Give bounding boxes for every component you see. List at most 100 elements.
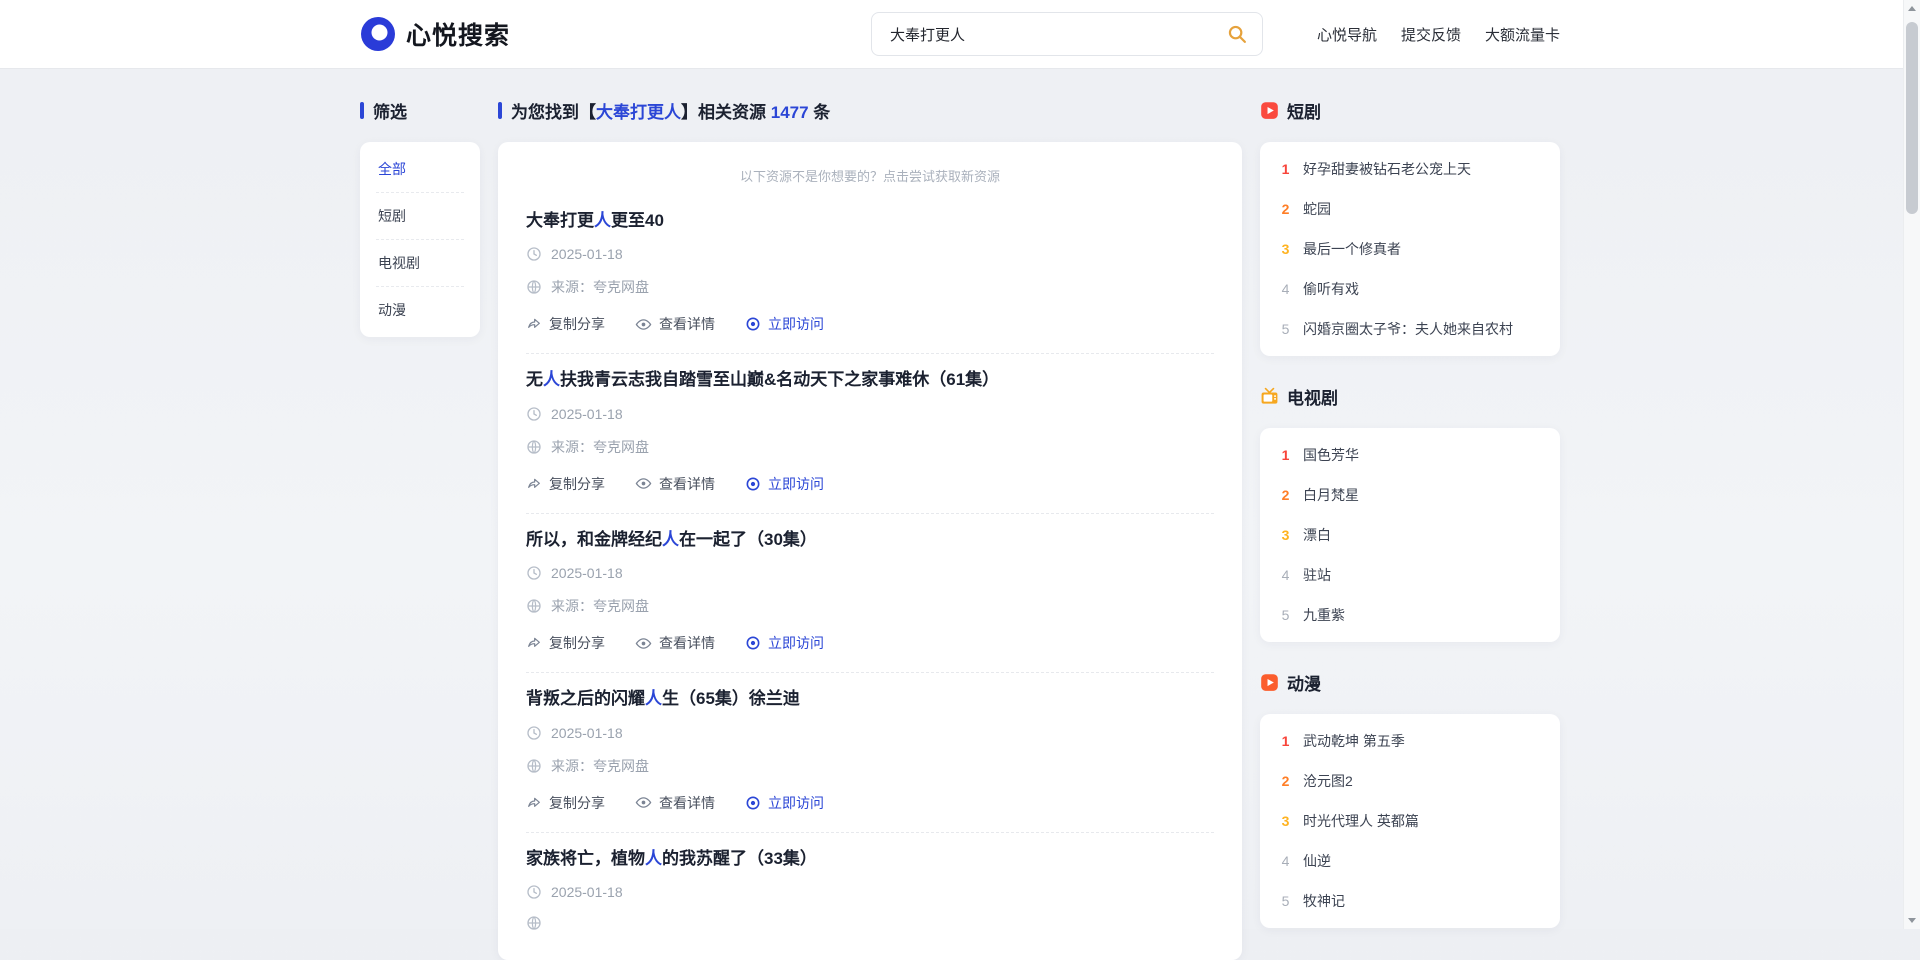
rank-item[interactable]: 4仙逆 (1278, 841, 1542, 881)
visit-now-button[interactable]: 立即访问 (745, 314, 824, 334)
filter-card: 全部 短剧 电视剧 动漫 (360, 142, 480, 337)
rank-card-tvseries: 1国色芳华 2白月梵星 3漂白 4驻站 5九重紫 (1260, 428, 1560, 642)
visit-icon (745, 635, 761, 651)
nav-link-data-plan[interactable]: 大额流量卡 (1485, 24, 1560, 45)
result-title[interactable]: 所以，和金牌经纪人在一起了（30集） (526, 530, 1214, 550)
scrollbar-thumb[interactable] (1906, 22, 1918, 214)
scroll-down-arrow-icon[interactable] (1904, 912, 1920, 929)
rank-label: 牧神记 (1303, 891, 1345, 911)
result-actions: 复制分享 查看详情 立即访问 (526, 474, 1214, 494)
result-title[interactable]: 大奉打更人更至40 (526, 211, 1214, 231)
view-detail-button[interactable]: 查看详情 (635, 633, 715, 653)
result-title[interactable]: 背叛之后的闪耀人生（65集）徐兰迪 (526, 689, 1214, 709)
rank-label: 驻站 (1303, 565, 1331, 585)
rank-section-anime: 动漫 1武动乾坤 第五季 2沧元图2 3时光代理人 英都篇 4仙逆 5牧神记 (1260, 670, 1560, 928)
result-date: 2025-01-18 (551, 725, 623, 741)
copy-share-button[interactable]: 复制分享 (526, 633, 605, 653)
refresh-notice[interactable]: 以下资源不是你想要的？点击尝试获取新资源 (526, 166, 1214, 185)
visit-now-button[interactable]: 立即访问 (745, 793, 824, 813)
rank-title: 电视剧 (1287, 384, 1338, 409)
visit-now-button[interactable]: 立即访问 (745, 474, 824, 494)
globe-icon (526, 279, 542, 295)
search-box (871, 12, 1263, 56)
rank-number: 5 (1278, 321, 1293, 337)
search-button[interactable] (1220, 19, 1254, 49)
rank-card-shortdrama: 1好孕甜妻被钻石老公宠上天 2蛇园 3最后一个修真者 4偷听有戏 5闪婚京圈太子… (1260, 142, 1560, 356)
top-header: 心悦搜索 心悦导航 提交反馈 大额流量卡 (0, 0, 1920, 68)
result-source: 来源：夸克网盘 (551, 437, 649, 457)
rank-item[interactable]: 1 武动乾坤 第五季 (1278, 721, 1542, 761)
play-orange-icon (1260, 673, 1279, 692)
result-source: 来源：夸克网盘 (551, 596, 649, 616)
result-actions: 复制分享 查看详情 立即访问 (526, 633, 1214, 653)
copy-share-button[interactable]: 复制分享 (526, 314, 605, 334)
result-source-row: 来源：夸克网盘 (526, 596, 1214, 616)
result-item: 大奉打更人更至40 2025-01-18 来源：夸克网盘 复制分享 (526, 195, 1214, 354)
results-summary: 为您找到【大奉打更人】相关资源 1477 条 (498, 98, 1242, 122)
rank-label: 沧元图2 (1303, 771, 1353, 791)
filter-title: 筛选 (373, 98, 407, 123)
visit-now-button[interactable]: 立即访问 (745, 633, 824, 653)
search-input[interactable] (888, 25, 1220, 44)
view-detail-button[interactable]: 查看详情 (635, 314, 715, 334)
filter-item-tvseries[interactable]: 电视剧 (376, 240, 464, 287)
clock-icon (526, 246, 542, 262)
brand[interactable]: 心悦搜索 (360, 16, 510, 52)
filter-item-all[interactable]: 全部 (376, 146, 464, 193)
share-icon (526, 476, 542, 492)
rank-item[interactable]: 2蛇园 (1278, 189, 1542, 229)
summary-keyword: 大奉打更人 (596, 103, 681, 122)
filter-item-anime[interactable]: 动漫 (376, 287, 464, 333)
rank-item[interactable]: 3时光代理人 英都篇 (1278, 801, 1542, 841)
page-scrollbar[interactable] (1903, 0, 1920, 929)
scroll-up-arrow-icon[interactable] (1904, 0, 1920, 17)
result-source-row: 来源：夸克网盘 (526, 277, 1214, 297)
rank-number: 1 (1278, 161, 1293, 177)
visit-icon (745, 795, 761, 811)
rank-number: 2 (1278, 201, 1293, 217)
rank-title: 短剧 (1287, 98, 1321, 123)
rank-item[interactable]: 5九重紫 (1278, 595, 1542, 635)
copy-share-button[interactable]: 复制分享 (526, 793, 605, 813)
rank-item[interactable]: 5闪婚京圈太子爷：夫人她来自农村 (1278, 309, 1542, 349)
filter-item-shortdrama[interactable]: 短剧 (376, 193, 464, 240)
rank-item[interactable]: 2 沧元图2 (1278, 761, 1542, 801)
view-detail-button[interactable]: 查看详情 (635, 793, 715, 813)
rank-label: 武动乾坤 第五季 (1303, 731, 1405, 751)
clock-icon (526, 725, 542, 741)
rank-number: 5 (1278, 607, 1293, 623)
rank-item[interactable]: 1国色芳华 (1278, 435, 1542, 475)
rank-item[interactable]: 4驻站 (1278, 555, 1542, 595)
result-date-row: 2025-01-18 (526, 725, 1214, 741)
result-date-row: 2025-01-18 (526, 246, 1214, 262)
result-date-row: 2025-01-18 (526, 884, 1214, 900)
view-detail-button[interactable]: 查看详情 (635, 474, 715, 494)
nav-link-feedback[interactable]: 提交反馈 (1401, 24, 1461, 45)
rankings-sidebar: 短剧 1好孕甜妻被钻石老公宠上天 2蛇园 3最后一个修真者 4偷听有戏 5闪婚京… (1260, 98, 1560, 928)
accent-bar (498, 102, 502, 119)
rank-label: 漂白 (1303, 525, 1331, 545)
rank-number: 1 (1278, 733, 1293, 749)
copy-share-button[interactable]: 复制分享 (526, 474, 605, 494)
rank-label: 国色芳华 (1303, 445, 1359, 465)
rank-item[interactable]: 5牧神记 (1278, 881, 1542, 921)
result-title[interactable]: 家族将亡，植物人的我苏醒了（33集） (526, 849, 1214, 869)
brand-logo-icon (360, 16, 396, 52)
nav-link-navigation[interactable]: 心悦导航 (1317, 24, 1377, 45)
result-actions: 复制分享 查看详情 立即访问 (526, 314, 1214, 334)
rank-item[interactable]: 2白月梵星 (1278, 475, 1542, 515)
summary-text: 为您找到【大奉打更人】相关资源 1477 条 (511, 98, 830, 123)
results-column: 为您找到【大奉打更人】相关资源 1477 条 以下资源不是你想要的？点击尝试获取… (498, 98, 1242, 960)
globe-icon (526, 439, 542, 455)
results-card: 以下资源不是你想要的？点击尝试获取新资源 大奉打更人更至40 2025-01-1… (498, 142, 1242, 960)
rank-item[interactable]: 3最后一个修真者 (1278, 229, 1542, 269)
rank-item[interactable]: 1好孕甜妻被钻石老公宠上天 (1278, 149, 1542, 189)
accent-bar (360, 102, 364, 119)
rank-item[interactable]: 3漂白 (1278, 515, 1542, 555)
rank-header-shortdrama: 短剧 (1260, 98, 1560, 122)
rank-item[interactable]: 4偷听有戏 (1278, 269, 1542, 309)
result-title[interactable]: 无人扶我青云志我自踏雪至山巅&名动天下之家事难休（61集） (526, 370, 1214, 390)
rank-number: 2 (1278, 773, 1293, 789)
rank-number: 3 (1278, 813, 1293, 829)
eye-icon (635, 475, 652, 492)
